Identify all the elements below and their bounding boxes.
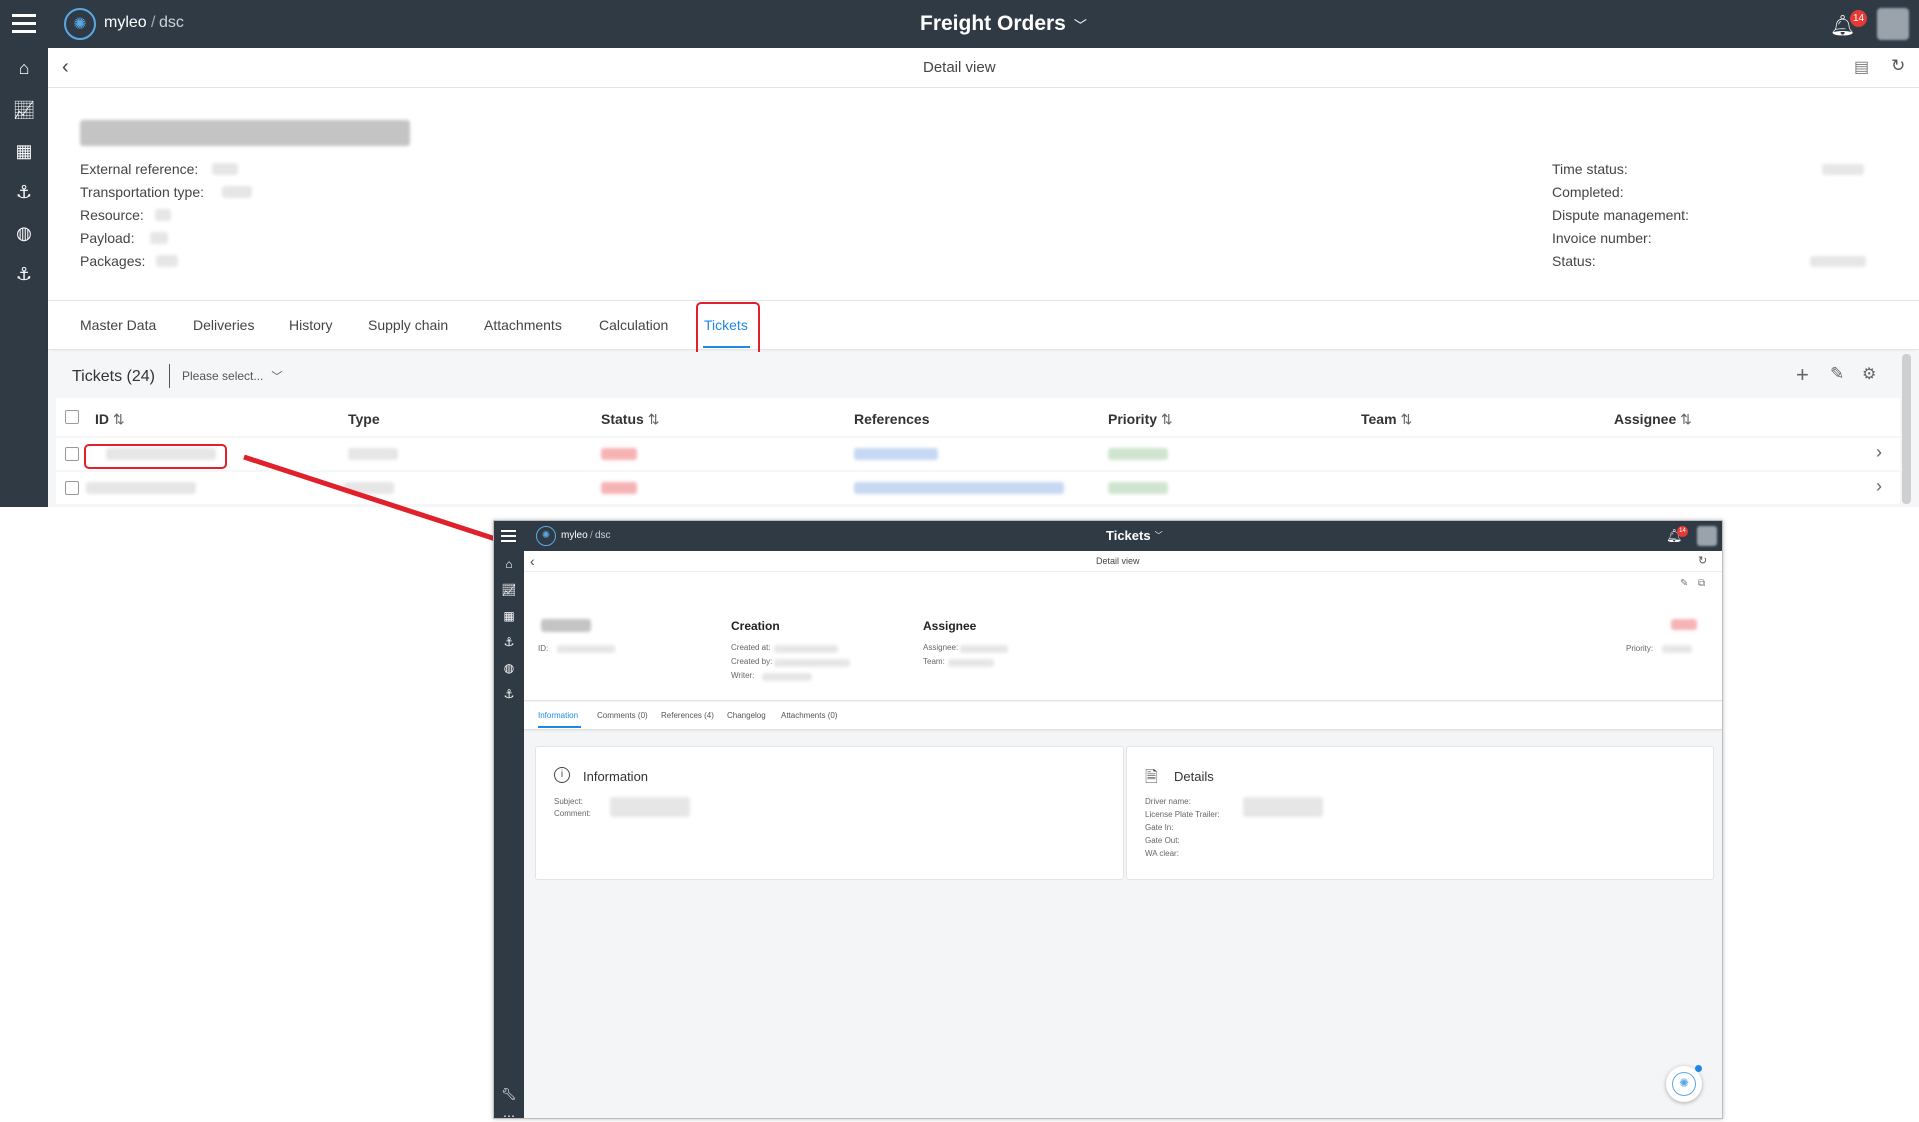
field-label: WA clear: [1145, 849, 1179, 858]
refresh-icon[interactable]: ↻ [1698, 554, 1707, 567]
wrench-icon[interactable]: 🔧︎ [500, 1085, 518, 1103]
field-label: Driver name: [1145, 797, 1191, 806]
info-fields: Subject: Comment: [554, 797, 591, 821]
tab-attachments[interactable]: Attachments (0) [781, 711, 837, 720]
tab-comments[interactable]: Comments (0) [597, 711, 648, 720]
divider [524, 571, 1722, 572]
tab-references[interactable]: References (4) [661, 711, 714, 720]
field-label: Created by: [731, 657, 773, 666]
details-card-title: Details [1174, 769, 1214, 784]
avatar[interactable] [1697, 526, 1717, 546]
hamburger-menu-icon[interactable] [501, 530, 516, 542]
field-label: Gate Out: [1145, 836, 1180, 845]
tab-information[interactable]: Information [538, 711, 578, 720]
info-icon: i [554, 767, 570, 783]
field-value [948, 659, 994, 667]
chevron-down-icon: ﹀ [1154, 531, 1163, 540]
field-value [960, 645, 1008, 653]
info-card-title: Information [583, 769, 649, 784]
field-label: Gate In: [1145, 823, 1174, 832]
id-value [557, 645, 615, 653]
priority-label: Priority: [1626, 644, 1654, 653]
ticket-header: ‹ Detail view ↻ ✎ ⧉ ID: Creation Created… [524, 551, 1722, 701]
anchor-icon[interactable]: ⚓︎ [500, 633, 518, 651]
ticket-tabs: Information Comments (0) References (4) … [524, 702, 1722, 730]
edit-icon[interactable]: ✎ [1680, 578, 1688, 589]
field-value [610, 797, 690, 817]
field-label: Subject: [554, 797, 583, 806]
globe-icon[interactable]: ◍ [500, 659, 518, 677]
fab-status-dot [1695, 1065, 1702, 1072]
document-search-icon: 🗎︎ [1145, 769, 1158, 786]
app-logo-icon: ✺ [1672, 1072, 1696, 1096]
page-title-dropdown[interactable]: Tickets ﹀ [1106, 528, 1163, 543]
priority-value [1662, 645, 1692, 653]
ticket-detail-screen: ✺ myleo / dsc Tickets ﹀ 🔔︎ 14 ⌂ 📈︎ ▦ ⚓︎ … [493, 520, 1723, 1119]
app-logo-sub: dsc [595, 530, 611, 541]
id-label: ID: [538, 644, 549, 653]
information-card: i Information Subject: Comment: [535, 746, 1124, 880]
field-value [774, 645, 838, 653]
dashboard-icon[interactable]: ▦ [500, 607, 518, 625]
copy-icon[interactable]: ⧉ [1698, 578, 1705, 589]
creation-title: Creation [731, 619, 780, 633]
ticket-status [1671, 619, 1697, 630]
field-value [774, 659, 850, 667]
details-card: 🗎︎ Details Driver name: License Plate Tr… [1126, 746, 1714, 880]
back-arrow-icon[interactable]: ‹ [530, 553, 535, 569]
home-icon[interactable]: ⌂ [500, 555, 518, 573]
assignee-title: Assignee [923, 619, 977, 633]
anchor-icon[interactable]: ⚓︎ [500, 685, 518, 703]
logo-divider: / [590, 530, 593, 541]
subheader-title: Detail view [1096, 556, 1140, 566]
tab-changelog[interactable]: Changelog [727, 711, 766, 720]
field-value [1243, 797, 1323, 817]
field-label: Comment: [554, 809, 591, 818]
top-navigation-bar: ✺ myleo / dsc Tickets ﹀ 🔔︎ 14 [494, 521, 1722, 551]
analytics-icon[interactable]: 📈︎ [500, 581, 518, 599]
page-title: Tickets [1106, 528, 1151, 543]
field-label: License Plate Trailer: [1145, 810, 1220, 819]
left-sidebar: ⌂ 📈︎ ▦ ⚓︎ ◍ ⚓︎ 🔧︎ ⋯ [494, 551, 524, 1118]
more-icon[interactable]: ⋯ [500, 1107, 518, 1118]
ticket-type-title [541, 619, 591, 632]
details-fields: Driver name: License Plate Trailer: Gate… [1145, 797, 1220, 862]
notification-badge: 14 [1677, 526, 1688, 537]
field-label: Assignee: [923, 643, 959, 652]
field-value [762, 673, 812, 681]
field-label: Created at: [731, 643, 771, 652]
active-tab-underline [538, 726, 581, 728]
app-logo-text: myleo [561, 530, 588, 541]
app-logo-icon: ✺ [536, 526, 556, 546]
